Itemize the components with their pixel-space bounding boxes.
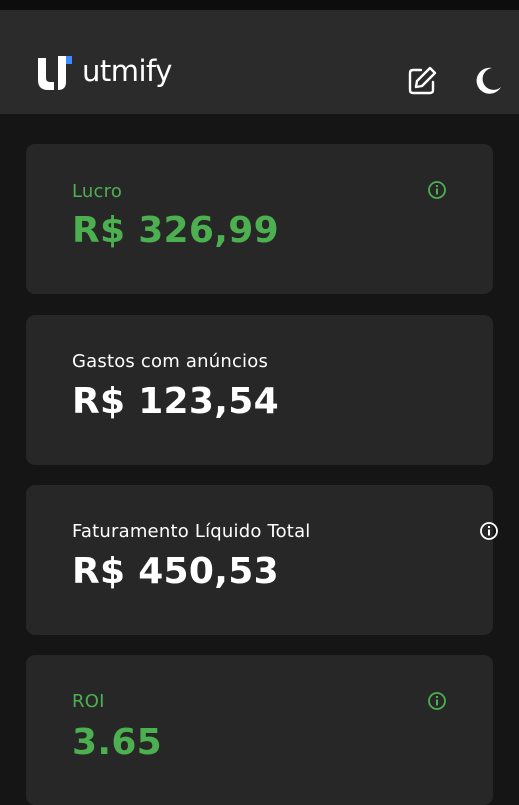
brand-name: utmify: [82, 54, 172, 88]
card-roi-label: ROI: [72, 691, 105, 712]
info-icon[interactable]: [427, 180, 447, 200]
card-faturamento-label: Faturamento Líquido Total: [72, 521, 311, 542]
moon-icon[interactable]: [472, 65, 504, 97]
info-icon[interactable]: [427, 691, 447, 711]
brand-logo[interactable]: utmify: [36, 52, 186, 92]
app-header: utmify: [0, 10, 519, 114]
card-roi-value: 3.65: [72, 722, 163, 763]
card-lucro-value: R$ 326,99: [72, 210, 279, 251]
card-gastos-label: Gastos com anúncios: [72, 351, 269, 372]
card-gastos-value: R$ 123,54: [72, 381, 279, 422]
card-faturamento-value: R$ 450,53: [72, 551, 279, 592]
status-bar-strip: [0, 0, 519, 10]
edit-icon[interactable]: [406, 65, 438, 97]
info-icon[interactable]: [479, 521, 499, 541]
card-lucro-label: Lucro: [72, 181, 123, 202]
logo-mark-icon: [38, 56, 72, 90]
